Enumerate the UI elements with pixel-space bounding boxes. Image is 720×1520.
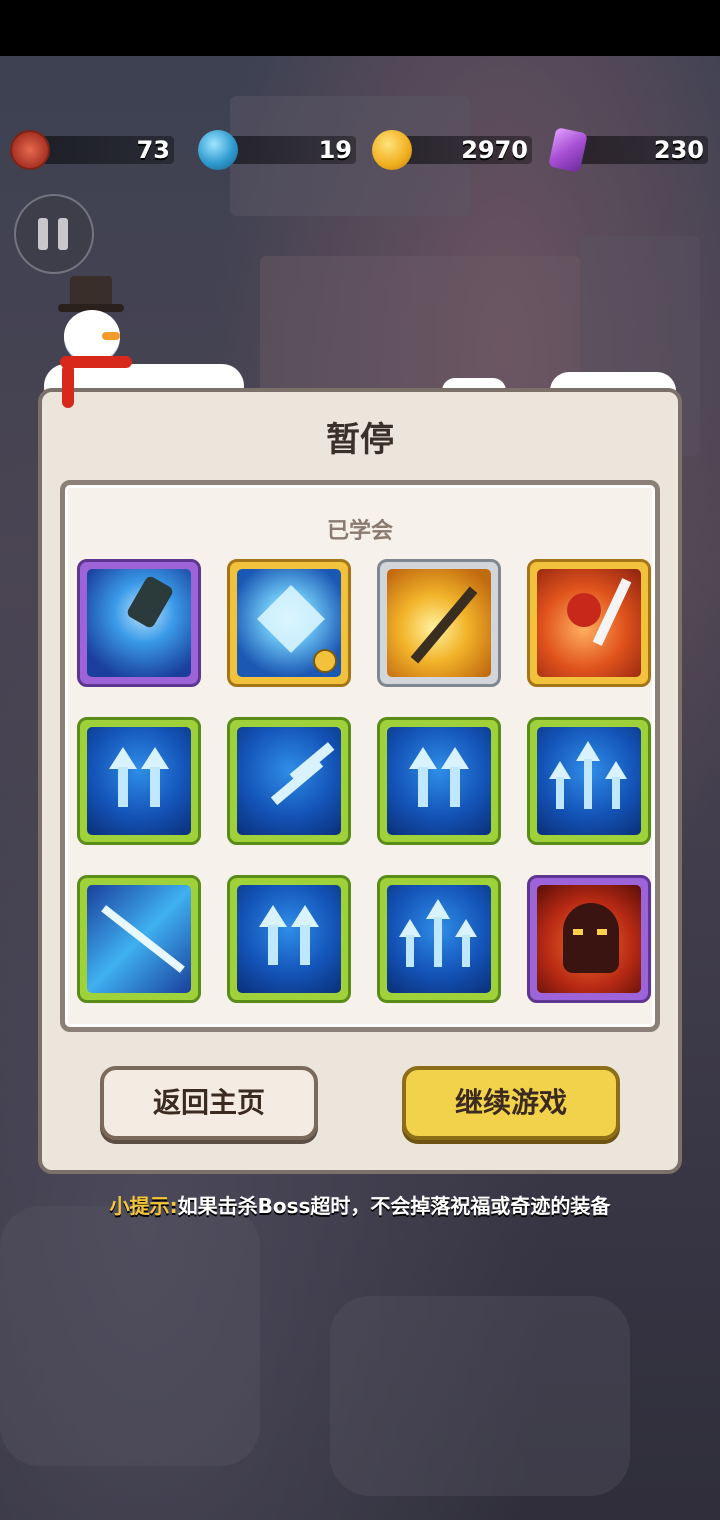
pause-dialog: 暂停 已学会 返回主页 继续游戏	[38, 388, 682, 1174]
blue-orb-icon	[198, 130, 238, 170]
return-home-button[interactable]: 返回主页	[100, 1066, 318, 1140]
dialog-title: 暂停	[326, 420, 394, 460]
diagonal-arrows-icon	[237, 727, 341, 835]
lightning-spear-skill-icon	[387, 569, 491, 677]
hooded-fire-mage-icon	[537, 885, 641, 993]
skill-slot[interactable]	[527, 875, 651, 1003]
piercing-arrows-icon	[87, 885, 191, 993]
medal-icon	[10, 130, 50, 170]
water-cannon-skill-icon	[87, 569, 191, 677]
learned-label: 已学会	[326, 519, 393, 544]
double-arrow-up-icon	[87, 727, 191, 835]
gem-counter: 230	[548, 127, 708, 173]
skill-slot[interactable]	[77, 559, 201, 687]
skill-slot[interactable]	[77, 875, 201, 1003]
snowman-decoration	[52, 276, 142, 416]
medal-counter: 73	[10, 130, 174, 170]
double-arrow-up-icon	[387, 727, 491, 835]
purple-gem-icon	[548, 127, 588, 173]
triple-arrow-up-icon	[387, 885, 491, 993]
skill-slot[interactable]	[227, 717, 351, 845]
double-arrow-up-icon	[237, 885, 341, 993]
skill-slot[interactable]	[227, 875, 351, 1003]
skill-slot[interactable]	[377, 717, 501, 845]
triple-arrow-up-icon	[537, 727, 641, 835]
coin-counter: 2970	[372, 130, 532, 170]
skill-slot[interactable]	[527, 559, 651, 687]
fire-swordsman-skill-icon	[537, 569, 641, 677]
continue-game-button[interactable]: 继续游戏	[402, 1066, 620, 1140]
coin-icon	[372, 130, 412, 170]
tip-text: 小提示:如果击杀Boss超时，不会掉落祝福或奇迹的装备	[0, 1190, 720, 1219]
ice-star-skill-icon	[237, 569, 341, 677]
orb-counter: 19	[198, 130, 356, 170]
pause-button[interactable]	[14, 194, 94, 274]
tip-label: 小提示:	[109, 1194, 178, 1218]
tip-message: 如果击杀Boss超时，不会掉落祝福或奇迹的装备	[177, 1194, 611, 1218]
learned-skills-box: 已学会	[60, 480, 660, 1032]
skill-slot[interactable]	[77, 717, 201, 845]
skill-slot[interactable]	[527, 717, 651, 845]
skill-slot[interactable]	[227, 559, 351, 687]
skill-slot[interactable]	[377, 875, 501, 1003]
skill-slot[interactable]	[377, 559, 501, 687]
status-bar	[0, 0, 720, 56]
